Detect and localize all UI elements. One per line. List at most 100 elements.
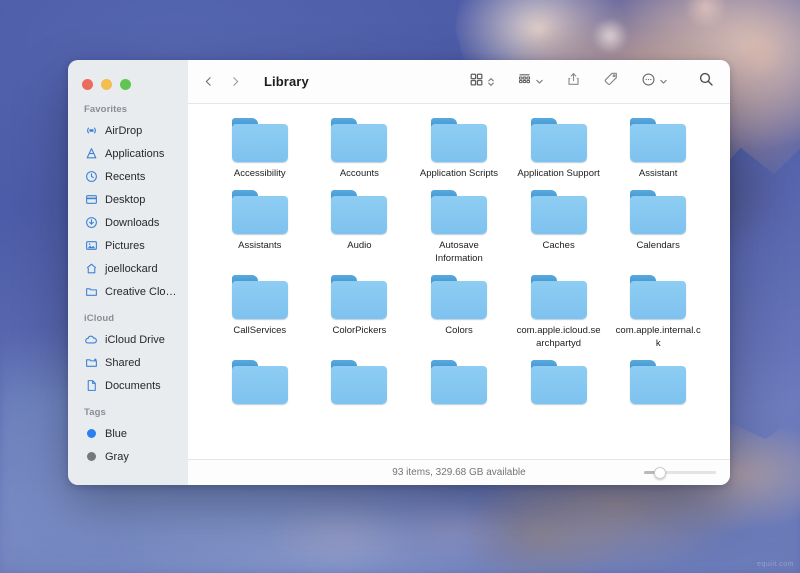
file-item[interactable]: Calendars xyxy=(608,190,708,265)
folder-icon xyxy=(331,275,387,319)
sidebar-item-recents[interactable]: Recents xyxy=(68,165,188,188)
close-button[interactable] xyxy=(82,79,93,90)
file-label: Autosave Information xyxy=(416,239,502,265)
cloud-icon xyxy=(84,333,98,347)
file-label: Assistant xyxy=(639,167,678,180)
file-label: Application Scripts xyxy=(420,167,498,180)
sidebar-item-creative-cloud[interactable]: Creative Clo… xyxy=(68,280,188,303)
folder-icon xyxy=(531,275,587,319)
slider-knob[interactable] xyxy=(654,467,666,479)
sidebar-item-pictures[interactable]: Pictures xyxy=(68,234,188,257)
file-item[interactable]: Accounts xyxy=(310,118,410,180)
file-item[interactable]: ColorPickers xyxy=(310,275,410,350)
share-control[interactable] xyxy=(566,71,581,92)
file-label: Assistants xyxy=(238,239,281,252)
main-panel: Library xyxy=(188,60,730,485)
group-items-control[interactable] xyxy=(517,72,544,92)
folder-icon xyxy=(331,118,387,162)
file-item[interactable]: CallServices xyxy=(210,275,310,350)
folder-icon xyxy=(331,190,387,234)
file-item[interactable]: Application Support xyxy=(509,118,609,180)
file-grid: Accessibility Accounts Application Scrip… xyxy=(188,118,730,409)
folder-icon xyxy=(531,190,587,234)
sidebar-item-shared[interactable]: Shared xyxy=(68,351,188,374)
sidebar-section-tags-title: Tags xyxy=(68,397,188,422)
folder-icon xyxy=(431,118,487,162)
minimize-button[interactable] xyxy=(101,79,112,90)
back-button[interactable] xyxy=(202,74,215,89)
file-item[interactable] xyxy=(210,360,310,409)
file-item[interactable]: Autosave Information xyxy=(409,190,509,265)
maximize-button[interactable] xyxy=(120,79,131,90)
folder-icon xyxy=(232,360,288,404)
file-item[interactable] xyxy=(509,360,609,409)
file-item[interactable]: com.apple.icloud.searchpartyd xyxy=(509,275,609,350)
navigation-arrows xyxy=(202,74,242,89)
file-item[interactable]: Accessibility xyxy=(210,118,310,180)
search-control[interactable] xyxy=(698,71,714,92)
folder-icon xyxy=(331,360,387,404)
sidebar-section-icloud-title: iCloud xyxy=(68,303,188,328)
file-item[interactable]: Caches xyxy=(509,190,609,265)
tag-dot-icon xyxy=(84,450,98,464)
search-icon[interactable] xyxy=(698,71,714,92)
tag-icon[interactable] xyxy=(603,71,619,92)
file-item[interactable]: Assistant xyxy=(608,118,708,180)
file-item[interactable]: com.apple.internal.ck xyxy=(608,275,708,350)
sidebar-item-tag-blue[interactable]: Blue xyxy=(68,422,188,445)
file-label: ColorPickers xyxy=(332,324,386,337)
folder-icon xyxy=(630,190,686,234)
more-actions-icon[interactable] xyxy=(641,72,656,92)
file-item[interactable]: Assistants xyxy=(210,190,310,265)
sidebar-item-airdrop[interactable]: AirDrop xyxy=(68,119,188,142)
sidebar-item-desktop[interactable]: Desktop xyxy=(68,188,188,211)
share-icon[interactable] xyxy=(566,71,581,92)
folder-icon xyxy=(84,285,98,299)
grid-view-icon[interactable] xyxy=(469,72,484,92)
file-item[interactable] xyxy=(310,360,410,409)
sidebar-item-label: Blue xyxy=(105,428,127,440)
file-label: Application Support xyxy=(517,167,599,180)
sidebar-item-icloud-drive[interactable]: iCloud Drive xyxy=(68,328,188,351)
toolbar: Library xyxy=(188,60,730,104)
folder-icon xyxy=(630,118,686,162)
sidebar-item-home[interactable]: joellockard xyxy=(68,257,188,280)
downloads-icon xyxy=(84,216,98,230)
file-item[interactable] xyxy=(608,360,708,409)
image-watermark: equiit.com xyxy=(757,561,794,568)
sidebar-item-label: Applications xyxy=(105,148,164,160)
view-mode-control[interactable] xyxy=(469,72,495,92)
sidebar-item-label: Gray xyxy=(105,451,129,463)
chevron-up-down-icon[interactable] xyxy=(487,76,495,88)
icon-size-slider[interactable] xyxy=(644,467,716,479)
sidebar-item-label: AirDrop xyxy=(105,125,142,137)
sidebar: Favorites AirDrop Applications xyxy=(68,60,188,485)
file-item[interactable]: Audio xyxy=(310,190,410,265)
clock-icon xyxy=(84,170,98,184)
file-item[interactable] xyxy=(409,360,509,409)
sidebar-item-label: Shared xyxy=(105,357,140,369)
chevron-down-icon[interactable] xyxy=(659,73,668,91)
sidebar-item-tag-gray[interactable]: Gray xyxy=(68,445,188,468)
file-label: Caches xyxy=(542,239,574,252)
file-grid-area[interactable]: Accessibility Accounts Application Scrip… xyxy=(188,104,730,459)
group-items-icon[interactable] xyxy=(517,72,532,92)
tag-control[interactable] xyxy=(603,71,619,92)
sidebar-item-applications[interactable]: Applications xyxy=(68,142,188,165)
file-label: Accounts xyxy=(340,167,379,180)
more-actions-control[interactable] xyxy=(641,72,668,92)
file-label: com.apple.icloud.searchpartyd xyxy=(516,324,602,350)
sidebar-item-label: Pictures xyxy=(105,240,145,252)
chevron-down-icon[interactable] xyxy=(535,73,544,91)
file-item[interactable]: Application Scripts xyxy=(409,118,509,180)
status-text: 93 items, 329.68 GB available xyxy=(392,467,525,478)
tag-dot-icon xyxy=(84,427,98,441)
status-bar: 93 items, 329.68 GB available xyxy=(188,459,730,485)
file-item[interactable]: Colors xyxy=(409,275,509,350)
forward-button[interactable] xyxy=(229,74,242,89)
sidebar-item-downloads[interactable]: Downloads xyxy=(68,211,188,234)
folder-icon xyxy=(232,190,288,234)
sidebar-item-documents[interactable]: Documents xyxy=(68,374,188,397)
folder-icon xyxy=(531,118,587,162)
home-icon xyxy=(84,262,98,276)
